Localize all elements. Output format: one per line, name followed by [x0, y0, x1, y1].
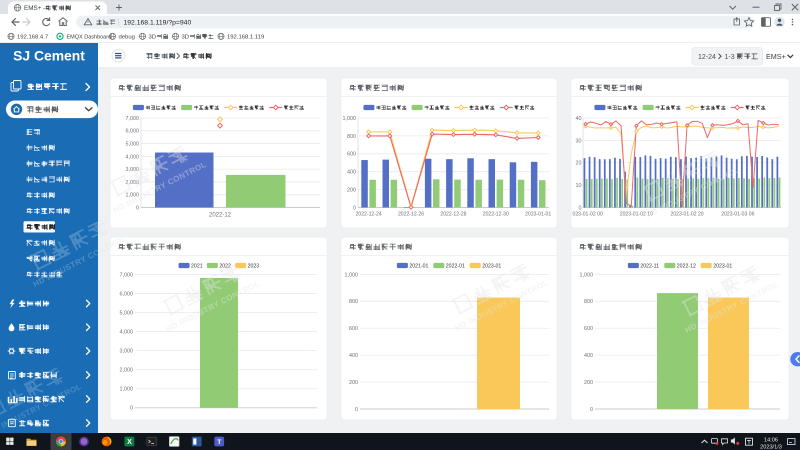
svg-text:debug: debug	[119, 34, 135, 40]
svg-text:6,000: 6,000	[120, 291, 134, 297]
svg-text:0: 0	[355, 407, 358, 413]
svg-text:1,000: 1,000	[345, 272, 359, 278]
svg-text:192.168.4.7: 192.168.4.7	[17, 34, 48, 40]
svg-text:2023-01-03 06: 2023-01-03 06	[721, 212, 754, 218]
svg-text:2022-12: 2022-12	[209, 213, 232, 219]
svg-text:1,000: 1,000	[580, 272, 594, 278]
svg-text:T: T	[217, 439, 221, 446]
svg-text:EMS+: EMS+	[766, 52, 786, 61]
svg-text:20: 20	[576, 161, 582, 167]
svg-text:600: 600	[584, 326, 593, 332]
svg-text:2023-01: 2023-01	[713, 263, 732, 269]
svg-text:3,000: 3,000	[120, 349, 134, 355]
svg-text:3,000: 3,000	[126, 167, 140, 173]
svg-text:0: 0	[590, 407, 593, 413]
svg-text:40: 40	[576, 116, 582, 122]
svg-text:1,000: 1,000	[120, 387, 134, 393]
svg-text:12-24: 12-24	[698, 54, 716, 61]
svg-text:023-01-02 00: 023-01-02 00	[573, 212, 603, 218]
svg-text:X: X	[127, 439, 132, 446]
svg-text:0: 0	[130, 406, 133, 412]
svg-text:14:06: 14:06	[764, 437, 778, 443]
svg-text:2,000: 2,000	[120, 368, 134, 374]
svg-text:5,000: 5,000	[126, 141, 140, 147]
svg-text:2023-01-02 20: 2023-01-02 20	[671, 212, 704, 218]
svg-text:2022-12-26: 2022-12-26	[398, 212, 424, 218]
svg-text:EMQX Dashboard: EMQX Dashboard	[67, 34, 112, 40]
svg-text:2023/1/3: 2023/1/3	[760, 444, 782, 450]
svg-text:2023: 2023	[248, 263, 260, 269]
svg-text:2022-11: 2022-11	[640, 263, 659, 269]
svg-text:800: 800	[584, 299, 593, 305]
svg-text:2022-12-28: 2022-12-28	[440, 212, 466, 218]
svg-text:600: 600	[347, 152, 356, 158]
svg-text:200: 200	[584, 380, 593, 386]
svg-text:2022-12: 2022-12	[677, 263, 696, 269]
svg-text:800: 800	[349, 299, 358, 305]
svg-text:400: 400	[349, 353, 358, 359]
svg-text:2023-01-01: 2023-01-01	[525, 212, 551, 218]
svg-text:3D: 3D	[149, 34, 157, 40]
svg-text:192.168.1.119: 192.168.1.119	[227, 34, 264, 40]
svg-text:2022-12-24: 2022-12-24	[356, 212, 382, 218]
svg-text:6,000: 6,000	[126, 129, 140, 135]
svg-text:0: 0	[353, 205, 356, 211]
svg-text:10: 10	[576, 183, 582, 189]
svg-text:0: 0	[579, 205, 582, 211]
svg-text:2021: 2021	[191, 263, 203, 269]
svg-text:4,000: 4,000	[126, 154, 140, 160]
svg-text:EMS+ -: EMS+ -	[24, 5, 45, 12]
svg-text:0: 0	[136, 205, 139, 211]
svg-text:2023-01: 2023-01	[482, 263, 501, 269]
svg-text:200: 200	[349, 380, 358, 386]
svg-text:1-3: 1-3	[725, 54, 735, 61]
svg-text:400: 400	[347, 170, 356, 176]
svg-text:1,000: 1,000	[343, 116, 357, 122]
svg-text:SJ Cement: SJ Cement	[13, 48, 85, 64]
svg-text:192.168.1.119/?p=940: 192.168.1.119/?p=940	[124, 19, 192, 26]
svg-text:30: 30	[576, 138, 582, 144]
svg-text:3D: 3D	[182, 34, 190, 40]
svg-text:7,000: 7,000	[126, 116, 140, 122]
svg-text:4,000: 4,000	[120, 329, 134, 335]
svg-text:5,000: 5,000	[120, 310, 134, 316]
svg-text:2022-01: 2022-01	[446, 263, 465, 269]
svg-text:7,000: 7,000	[120, 272, 134, 278]
svg-text:200: 200	[347, 188, 356, 194]
svg-text:800: 800	[347, 134, 356, 140]
svg-text:400: 400	[584, 353, 593, 359]
svg-text:2021-01: 2021-01	[409, 263, 428, 269]
svg-text:600: 600	[349, 326, 358, 332]
svg-text:2022-12-30: 2022-12-30	[483, 212, 509, 218]
